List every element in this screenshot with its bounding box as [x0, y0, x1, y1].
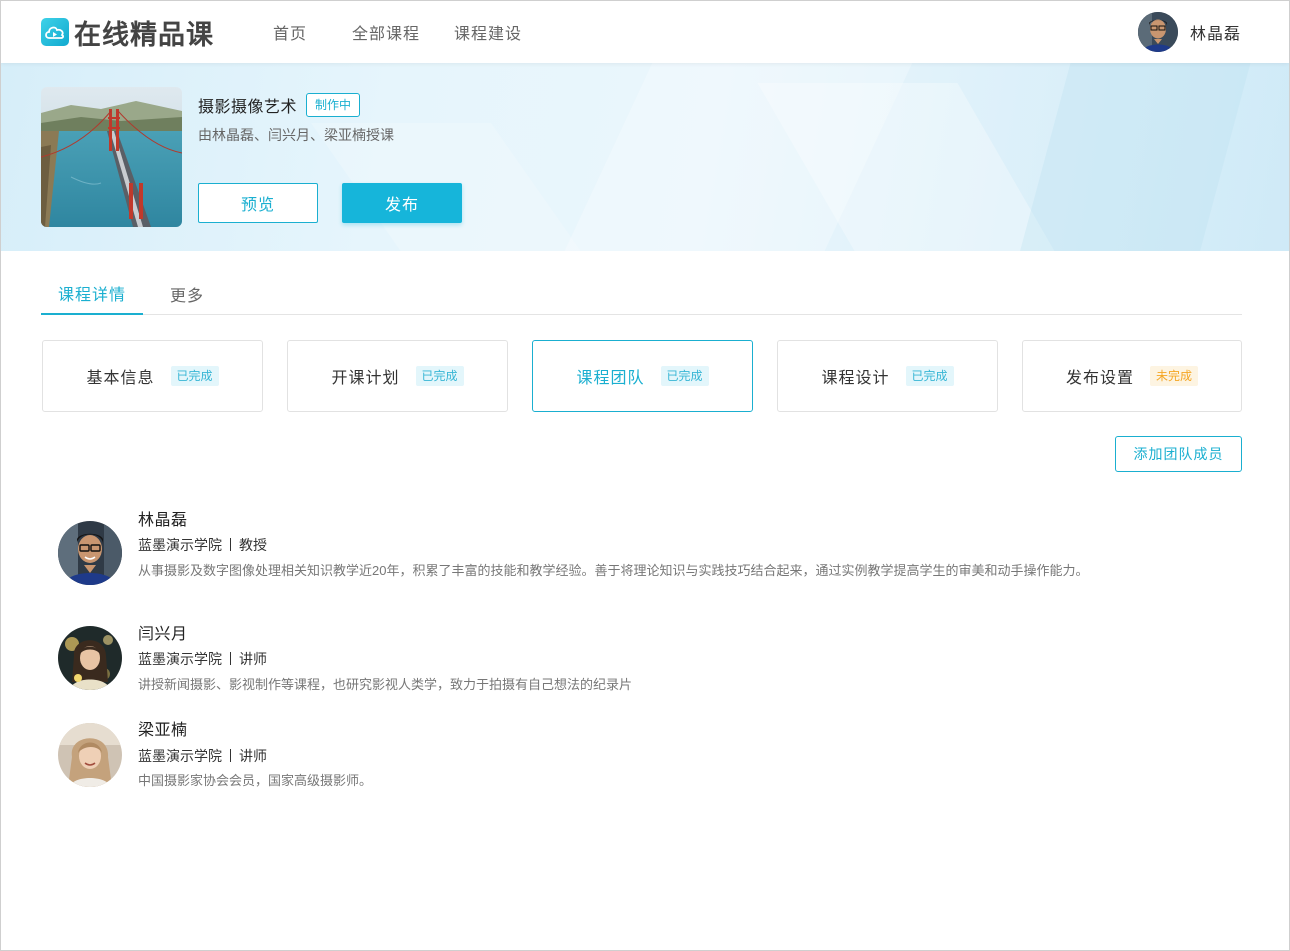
step-status-badge: 已完成: [170, 366, 219, 386]
logo-text: 在线精品课: [74, 19, 214, 51]
team-member: 闫兴月 蓝墨演示学院 讲师 讲授新闻摄影、影视制作等课程，也研究影视人类学，致力于…: [58, 620, 1118, 700]
member-bio: 讲授新闻摄影、影视制作等课程，也研究影视人类学，致力于拍摄有自己想法的纪录片: [138, 677, 633, 692]
member-college: 蓝墨演示学院: [138, 748, 222, 764]
member-name: 林晶磊: [138, 512, 188, 529]
course-tabs: 课程详情 更多: [41, 273, 1242, 315]
course-teachers: 由林晶磊、闫兴月、梁亚楠授课: [198, 127, 394, 143]
step-course-design[interactable]: 课程设计 已完成: [777, 340, 998, 412]
member-org: 蓝墨演示学院 讲师: [138, 649, 267, 669]
step-label: 发布设置: [1065, 370, 1134, 387]
step-status-badge: 未完成: [1150, 366, 1199, 386]
cloud-play-icon: [41, 18, 69, 46]
member-bio: 从事摄影及数字图像处理相关知识教学近20年，积累了丰富的技能和教学经验。善于将理…: [138, 563, 1089, 578]
app-window: 在线精品课 首页 全部课程 课程建设 林晶磊 摄影摄像艺术 制作中 由林晶磊、闫…: [0, 0, 1290, 951]
step-course-plan[interactable]: 开课计划 已完成: [287, 340, 508, 412]
step-course-team[interactable]: 课程团队 已完成: [532, 340, 753, 412]
member-name: 梁亚楠: [138, 722, 188, 739]
preview-button[interactable]: 预览: [198, 183, 318, 223]
course-banner: 摄影摄像艺术 制作中 由林晶磊、闫兴月、梁亚楠授课 预览 发布: [1, 63, 1289, 251]
nav-home[interactable]: 首页: [273, 1, 307, 63]
member-avatar: [58, 521, 122, 585]
step-label: 开课计划: [331, 370, 400, 387]
member-org: 蓝墨演示学院 教授: [138, 535, 267, 555]
user-menu[interactable]: 林晶磊: [1137, 12, 1241, 52]
nav-all-courses[interactable]: 全部课程: [352, 1, 420, 63]
nav-course-building[interactable]: 课程建设: [454, 1, 522, 63]
step-status-badge: 已完成: [905, 366, 954, 386]
divider: [230, 652, 231, 665]
divider: [230, 749, 231, 762]
divider: [230, 538, 231, 551]
tab-course-detail[interactable]: 课程详情: [41, 273, 143, 315]
team-member: 梁亚楠 蓝墨演示学院 讲师 中国摄影家协会会员，国家高级摄影师。: [58, 716, 1118, 796]
member-college: 蓝墨演示学院: [138, 537, 222, 553]
course-title: 摄影摄像艺术: [198, 99, 298, 116]
member-college: 蓝墨演示学院: [138, 651, 222, 667]
banner-decor: [1006, 63, 1256, 251]
step-status-badge: 已完成: [415, 366, 464, 386]
team-member: 林晶磊 蓝墨演示学院 教授 从事摄影及数字图像处理相关知识教学近20年，积累了丰富…: [58, 506, 1118, 606]
user-name[interactable]: 林晶磊: [1190, 20, 1241, 44]
member-title: 教授: [239, 537, 267, 553]
course-cover-image[interactable]: [41, 87, 182, 227]
step-publish-settings[interactable]: 发布设置 未完成: [1022, 340, 1242, 412]
course-status-badge: 制作中: [306, 93, 361, 117]
top-header: 在线精品课 首页 全部课程 课程建设 林晶磊: [1, 1, 1289, 63]
step-label: 课程设计: [821, 370, 890, 387]
member-avatar: [58, 626, 122, 690]
user-avatar[interactable]: [1137, 12, 1178, 52]
member-title: 讲师: [239, 748, 267, 764]
step-basic-info[interactable]: 基本信息 已完成: [42, 340, 263, 412]
publish-button[interactable]: 发布: [342, 183, 462, 223]
step-label: 基本信息: [86, 370, 155, 387]
member-bio: 中国摄影家协会会员，国家高级摄影师。: [138, 773, 373, 788]
step-label: 课程团队: [576, 370, 645, 387]
add-team-member-button[interactable]: 添加团队成员: [1115, 436, 1242, 472]
member-org: 蓝墨演示学院 讲师: [138, 746, 267, 766]
site-logo[interactable]: 在线精品课: [41, 15, 214, 51]
tab-more[interactable]: 更多: [170, 273, 204, 315]
member-avatar: [58, 723, 122, 787]
member-name: 闫兴月: [138, 626, 188, 643]
member-title: 讲师: [239, 651, 267, 667]
step-status-badge: 已完成: [660, 366, 709, 386]
